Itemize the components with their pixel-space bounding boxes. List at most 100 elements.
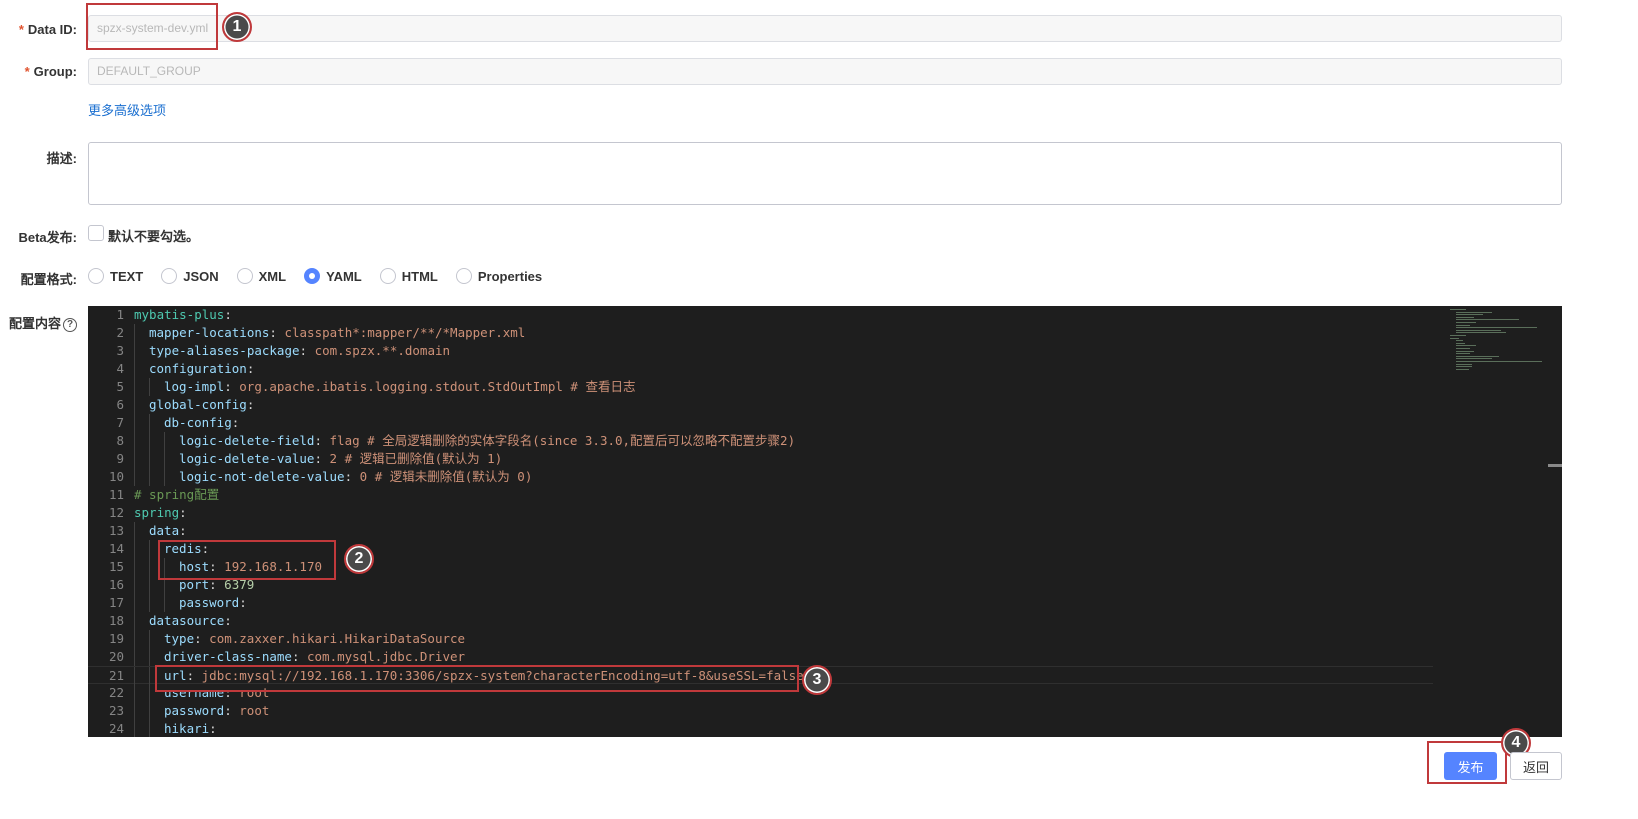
code-line[interactable]: 9 logic-delete-value: 2 # 逻辑已删除值(默认为 1)	[88, 450, 1433, 468]
code-line[interactable]: 24 hikari:	[88, 720, 1433, 737]
indent-guide	[134, 468, 135, 486]
indent-guide	[134, 558, 135, 576]
group-input[interactable]: DEFAULT_GROUP	[88, 58, 1562, 85]
description-textarea[interactable]	[88, 142, 1562, 205]
radio-circle-selected[interactable]	[304, 268, 321, 284]
line-number: 9	[116, 451, 124, 466]
indent-guide	[149, 684, 150, 702]
indent-guide	[134, 414, 135, 432]
minimap-line	[1456, 350, 1474, 352]
code-line[interactable]: 17 password:	[88, 594, 1433, 612]
code-line[interactable]: 2 mapper-locations: classpath*:mapper/**/…	[88, 324, 1433, 342]
indent-guide	[134, 594, 135, 612]
indent-guide	[149, 720, 150, 737]
back-button[interactable]: 返回	[1510, 752, 1562, 780]
indent-guide	[149, 576, 150, 594]
minimap-line	[1456, 355, 1500, 357]
minimap-line	[1456, 361, 1543, 362]
code-token: type-aliases-package	[149, 343, 300, 358]
minimap-line	[1456, 358, 1492, 360]
highlight-redis-host	[158, 540, 336, 580]
radio-circle[interactable]	[379, 268, 396, 284]
indent-guide	[164, 468, 165, 486]
format-option-text[interactable]: TEXT	[88, 268, 143, 284]
minimap-line	[1456, 322, 1476, 323]
code-line[interactable]: 7 db-config:	[88, 414, 1433, 432]
code-line[interactable]: 18 datasource:	[88, 612, 1433, 630]
radio-circle[interactable]	[161, 268, 178, 284]
code-line[interactable]: 23 password: root	[88, 702, 1433, 720]
minimap-line	[1456, 319, 1519, 321]
publish-button[interactable]: 发布	[1444, 752, 1497, 780]
code-token: com.mysql.jdbc.Driver	[307, 649, 466, 664]
advanced-options-link[interactable]: 更多高级选项	[88, 100, 166, 119]
code-token: hikari	[164, 721, 210, 736]
minimap-line	[1456, 327, 1537, 329]
indent-guide	[134, 648, 135, 666]
indent-guide	[149, 594, 150, 612]
radio-circle[interactable]	[88, 268, 104, 284]
minimap-line	[1456, 353, 1471, 355]
beta-label: Beta发布:	[18, 230, 77, 245]
code-text: logic-not-delete-value: 0 # 逻辑未删除值(默认为 0…	[179, 468, 532, 486]
format-option-properties[interactable]: Properties	[455, 268, 543, 284]
data-id-input[interactable]: spzx-system-dev.yml	[88, 15, 1562, 42]
code-token: logic-not-delete-value	[179, 469, 345, 484]
minimap-line	[1456, 314, 1483, 316]
code-line[interactable]: 6 global-config:	[88, 396, 1433, 414]
code-token: classpath*:mapper/**/*Mapper.xml	[284, 325, 526, 340]
code-line[interactable]: 19 type: com.zaxxer.hikari.HikariDataSour…	[88, 630, 1433, 648]
content-label-text: 配置内容	[8, 316, 61, 331]
minimap-line	[1456, 366, 1473, 368]
format-option-yaml[interactable]: YAML	[304, 268, 362, 284]
indent-guide	[134, 360, 135, 378]
minimap-line	[1450, 337, 1459, 339]
format-option-html[interactable]: HTML	[379, 268, 438, 284]
code-text: driver-class-name: com.mysql.jdbc.Driver	[164, 648, 465, 666]
code-line[interactable]: 8 logic-delete-field: flag # 全局逻辑删除的实体字段名…	[88, 432, 1433, 450]
editor-minimap[interactable]	[1450, 306, 1550, 386]
code-token: root	[239, 703, 270, 718]
editor-scrollbar[interactable]	[1548, 464, 1562, 467]
code-line[interactable]: 20 driver-class-name: com.mysql.jdbc.Driv…	[88, 648, 1433, 666]
required-mark: *	[24, 64, 30, 79]
code-token: data	[149, 523, 180, 538]
code-token: spring	[134, 505, 180, 520]
code-line[interactable]: 12 spring:	[88, 504, 1433, 522]
code-token: log-impl	[164, 379, 225, 394]
code-token: :	[246, 361, 255, 376]
content-label: 配置内容?	[0, 313, 77, 332]
code-line[interactable]: 4 configuration:	[88, 360, 1433, 378]
line-number: 8	[116, 433, 124, 448]
code-line[interactable]: 11 # spring配置	[88, 486, 1433, 504]
code-text: password:	[179, 594, 247, 612]
code-token: flag # 全局逻辑删除的实体字段名(since 3.3.0,配置后可以忽略不…	[329, 433, 796, 448]
indent-guide	[134, 396, 135, 414]
code-line[interactable]: 10 logic-not-delete-value: 0 # 逻辑未删除值(默认为…	[88, 468, 1433, 486]
help-icon[interactable]: ?	[63, 317, 77, 332]
code-token: :	[314, 451, 330, 466]
code-token: global-config	[149, 397, 247, 412]
indent-guide	[149, 648, 150, 666]
indent-guide	[149, 702, 150, 720]
code-line[interactable]: 3 type-aliases-package: com.spzx.**.domai…	[88, 342, 1433, 360]
code-line[interactable]: 13 data:	[88, 522, 1433, 540]
code-text: type-aliases-package: com.spzx.**.domain	[149, 342, 450, 360]
radio-circle[interactable]	[455, 268, 472, 284]
indent-guide	[134, 684, 135, 702]
format-option-xml[interactable]: XML	[236, 268, 286, 284]
beta-checkbox[interactable]	[88, 225, 104, 241]
data-id-label-text: Data ID:	[27, 22, 77, 37]
format-radio-group: TEXT JSON XML YAML HTML Properties	[88, 268, 560, 284]
format-option-label: Properties	[477, 268, 543, 284]
code-token: mapper-locations	[149, 325, 270, 340]
line-number: 1	[116, 307, 124, 322]
format-option-json[interactable]: JSON	[161, 268, 219, 284]
code-line[interactable]: 1 mybatis-plus:	[88, 306, 1433, 324]
code-line[interactable]: 5 log-impl: org.apache.ibatis.logging.std…	[88, 378, 1433, 396]
indent-guide	[134, 522, 135, 540]
radio-circle[interactable]	[236, 268, 253, 284]
code-token: :	[224, 379, 240, 394]
line-number: 7	[116, 415, 124, 430]
format-option-label: TEXT	[110, 268, 144, 284]
